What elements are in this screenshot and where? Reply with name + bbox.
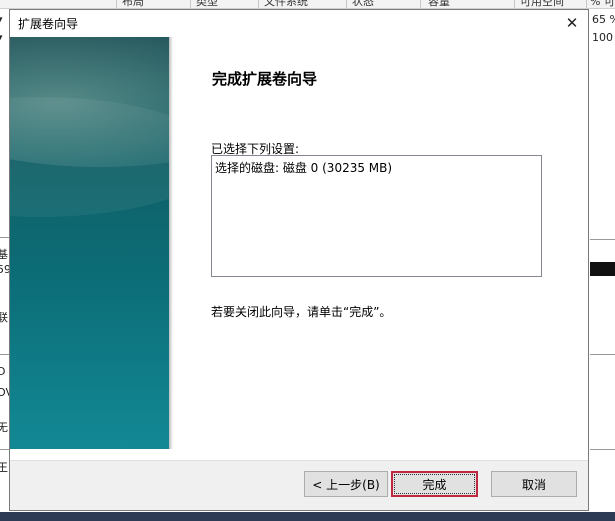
background-fragment: ▾ [0, 31, 3, 44]
background-volume-bar [590, 262, 615, 276]
taskbar-strip [0, 512, 615, 521]
settings-summary-box[interactable]: 选择的磁盘: 磁盘 0 (30235 MB) [211, 155, 542, 277]
background-column-header: 布局 类型 文件系统 状态 容量 可用空间 % 可 [0, 0, 615, 9]
back-button[interactable]: < 上一步(B) [304, 471, 388, 497]
column-header-type: 类型 [196, 0, 218, 8]
finish-instruction-text: 若要关闭此向导，请单击“完成”。 [211, 305, 392, 319]
column-header-status: 状态 [352, 0, 374, 8]
footer-divider [10, 460, 588, 461]
dialog-title: 扩展卷向导 [18, 17, 79, 31]
wizard-heading: 完成扩展卷向导 [212, 70, 318, 88]
cancel-button[interactable]: 取消 [491, 471, 577, 497]
settings-summary-line: 选择的磁盘: 磁盘 0 (30235 MB) [215, 161, 393, 175]
column-header-percent-free: % 可 [590, 0, 615, 8]
finish-button[interactable]: 完成 [391, 471, 478, 497]
close-icon[interactable]: ✕ [556, 10, 588, 36]
column-header-layout: 布局 [122, 0, 144, 8]
extend-volume-wizard-dialog: 扩展卷向导 ✕ 完成扩展卷向导 已选择下列设置: 选择的磁盘: 磁盘 0 (30… [9, 9, 589, 511]
background-fragment: ▾ [0, 13, 3, 26]
wizard-page: 完成扩展卷向导 已选择下列设置: 选择的磁盘: 磁盘 0 (30235 MB) … [10, 37, 588, 460]
background-fragment: 无 [0, 421, 8, 434]
column-header-free-space: 可用空间 [520, 0, 564, 8]
dialog-titlebar[interactable]: 扩展卷向导 ✕ [10, 10, 588, 37]
background-fragment: 基 [0, 248, 8, 261]
background-percent-value: 65 % [592, 13, 615, 26]
background-fragment: D [0, 365, 6, 378]
column-header-filesystem: 文件系统 [264, 0, 308, 8]
background-percent-value: 100 [592, 31, 613, 44]
column-header-capacity: 容量 [428, 0, 450, 8]
background-fragment: 联 [0, 311, 8, 324]
wizard-side-banner [10, 37, 169, 449]
background-right-column: 65 % 100 [590, 9, 615, 521]
background-fragment: 王 [0, 461, 8, 474]
